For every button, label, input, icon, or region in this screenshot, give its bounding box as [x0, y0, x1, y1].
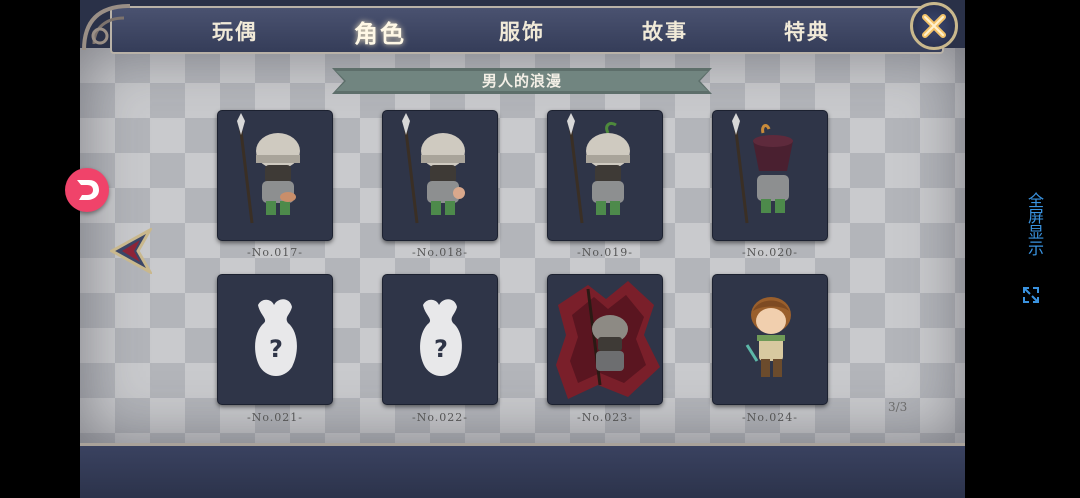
locked-card[interactable]: ? — [382, 274, 498, 405]
tab-dolls[interactable]: 玩偶 — [212, 16, 258, 46]
fullscreen-button[interactable]: 全屏显示 — [1018, 192, 1046, 312]
section-title: 男人的浪漫 — [481, 72, 562, 90]
expand-icon — [1023, 287, 1039, 303]
card-number-label: -No.019- — [577, 246, 633, 259]
section-ribbon: 男人的浪漫 — [332, 66, 712, 96]
card-number-label: -No.024- — [742, 411, 798, 424]
locked-card[interactable]: ? — [217, 274, 333, 405]
cursed-soldier-icon — [556, 281, 660, 399]
game-screen: 玩偶 角色 服饰 故事 特典 男人的浪漫 -No.017- -No.018- -… — [80, 0, 965, 498]
svg-text:?: ? — [434, 335, 448, 363]
card-number-label: -No.017- — [247, 246, 303, 259]
pot-helmet-soldier-icon — [732, 113, 793, 224]
card-number-label: -No.020- — [742, 246, 798, 259]
close-button[interactable] — [910, 2, 958, 50]
helmet-soldier-sprout-icon — [567, 113, 630, 224]
tab-extras[interactable]: 特典 — [784, 16, 830, 46]
app-logo-button[interactable] — [65, 168, 109, 212]
app-logo-icon — [77, 180, 99, 200]
page-indicator: 3/3 — [888, 400, 908, 414]
helmet-soldier-icon — [237, 113, 300, 224]
unknown-silhouette-icon: ? — [420, 299, 462, 376]
corner-ornament-icon — [82, 4, 131, 51]
character-card[interactable] — [712, 110, 828, 241]
card-number-label: -No.018- — [412, 246, 468, 259]
helmet-soldier-icon — [402, 113, 465, 224]
svg-text:?: ? — [269, 335, 283, 363]
character-card[interactable] — [547, 110, 663, 241]
card-number-label: -No.023- — [577, 411, 633, 424]
card-number-label: -No.021- — [247, 411, 303, 424]
character-card[interactable] — [382, 110, 498, 241]
unknown-silhouette-icon: ? — [255, 299, 297, 376]
tab-costumes[interactable]: 服饰 — [499, 16, 545, 46]
character-card[interactable] — [547, 274, 663, 405]
character-card[interactable] — [712, 274, 828, 405]
tab-characters[interactable]: 角色 — [354, 14, 406, 49]
brown-hair-boy-icon — [745, 297, 791, 377]
prev-page-arrow-icon[interactable] — [110, 228, 152, 274]
tab-bar: 玩偶 角色 服饰 故事 特典 — [110, 6, 944, 54]
card-number-label: -No.022- — [412, 411, 468, 424]
fullscreen-label: 全屏显示 — [1025, 192, 1044, 256]
close-icon — [922, 14, 946, 38]
character-card[interactable] — [217, 110, 333, 241]
bottom-bar — [80, 443, 965, 498]
tab-stories[interactable]: 故事 — [642, 16, 688, 46]
collection-panel — [80, 48, 965, 443]
